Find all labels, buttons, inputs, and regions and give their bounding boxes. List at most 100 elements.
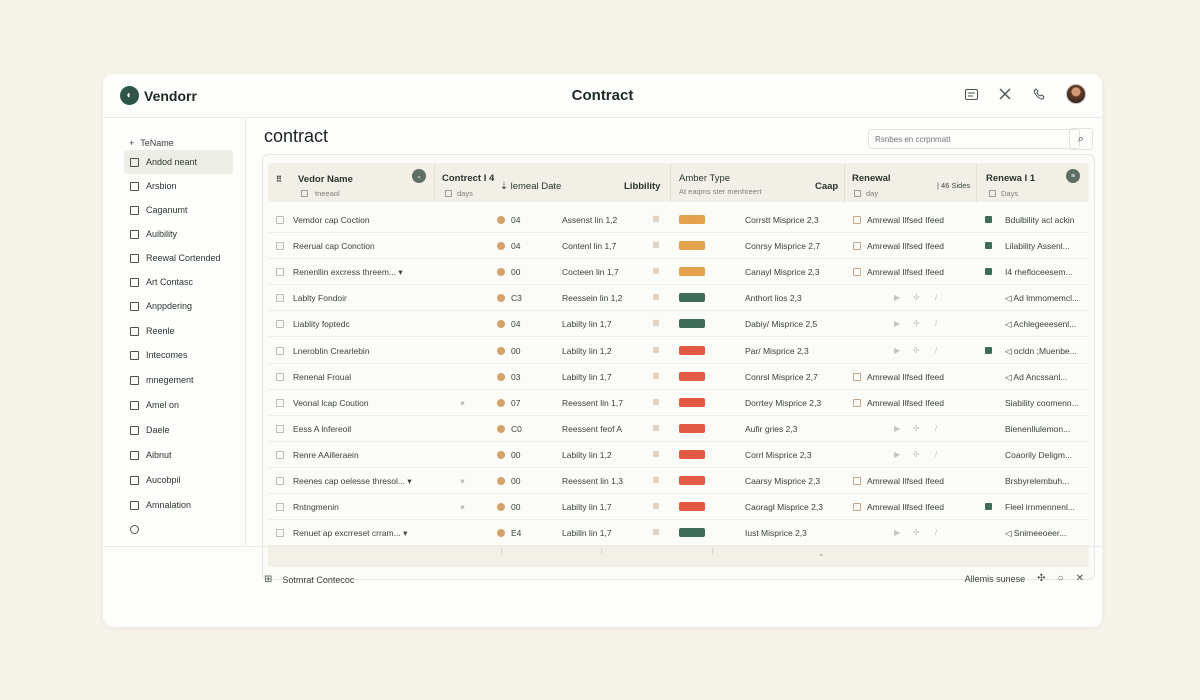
plus-icon[interactable]: + xyxy=(129,138,134,148)
edit-icon[interactable]: / xyxy=(935,528,937,537)
play-icon[interactable]: ▶ xyxy=(894,450,900,459)
window-icon[interactable] xyxy=(964,87,978,101)
tools-icon[interactable] xyxy=(998,87,1012,101)
gear-icon[interactable]: ✣ xyxy=(913,528,920,537)
sidebar-item[interactable]: Amnalation xyxy=(124,493,233,517)
sidebar-item[interactable]: Anppdering xyxy=(124,294,233,318)
edit-icon[interactable]: / xyxy=(935,293,937,302)
row-checkbox[interactable] xyxy=(276,346,284,355)
phone-icon[interactable] xyxy=(1032,87,1046,101)
col-renewal[interactable]: Renewal xyxy=(852,173,891,184)
search-input[interactable] xyxy=(868,129,1080,149)
vendor-name[interactable]: Lablty Fondoir xyxy=(293,293,347,303)
col-renewal2[interactable]: Renewa I 1 xyxy=(986,173,1035,184)
play-icon[interactable]: ▶ xyxy=(894,346,900,355)
plus-icon[interactable]: ✣ xyxy=(1037,573,1045,584)
vendor-name[interactable]: Eess A lnfereoil xyxy=(293,424,351,434)
col-vendor[interactable]: Vedor Name xyxy=(298,174,353,185)
row-checkbox[interactable] xyxy=(276,424,284,433)
table-row[interactable]: Veonal lcap Coution × 07 Reessent lin 1,7 ⦀⦀… xyxy=(268,390,1089,416)
vendor-name[interactable]: Lneroblin Crearlebin xyxy=(293,346,370,356)
sidebar-item[interactable]: Art Contasc xyxy=(124,270,233,294)
play-icon[interactable]: ▶ xyxy=(894,319,900,328)
vendor-name[interactable]: Liablity foptedc xyxy=(293,319,350,329)
sidebar-item[interactable]: Andod neant xyxy=(124,150,233,174)
play-icon[interactable]: ▶ xyxy=(894,424,900,433)
table-row[interactable]: Renenllin excress threem... ▾ 00 Cocteen l… xyxy=(268,259,1089,286)
search-icon[interactable]: ⌕ xyxy=(1069,128,1093,150)
table-row[interactable]: Renenal Froual 03 Labilty lin 1,7 ⦀⦀ Conrsl … xyxy=(268,364,1089,390)
vendor-name[interactable]: Renenllin excress threem... ▾ xyxy=(293,267,403,278)
row-checkbox[interactable] xyxy=(276,320,284,329)
vendor-name[interactable]: Reenes cap oelesse thresol... ▾ xyxy=(293,476,412,487)
vendor-name[interactable]: Veonal lcap Coution xyxy=(293,398,369,408)
table-row[interactable]: Vemdor cap Coction 04 Assenst lin 1,2 ⦀⦀ Cor… xyxy=(268,207,1089,233)
row-checkbox[interactable] xyxy=(276,242,284,251)
col-cap[interactable]: Caap xyxy=(815,181,838,192)
expand-icon[interactable]: ≡ xyxy=(1066,169,1080,183)
table-row[interactable]: Lablty Fondoir C3 Reessein lin 1,2 ⦀⦀ Anthor… xyxy=(268,285,1089,312)
col-renewal-date[interactable]: ⇣ lemeal Date xyxy=(500,181,561,192)
sidebar-item[interactable]: mnegement xyxy=(124,368,233,392)
table-row[interactable]: Renuet ap excrreset crram... ▾ E4 Labilln … xyxy=(268,520,1089,547)
row-checkbox[interactable] xyxy=(276,294,284,303)
sidebar-item[interactable]: Reenle xyxy=(124,319,233,343)
sidebar-item[interactable]: Auibility xyxy=(124,222,233,246)
row-checkbox[interactable] xyxy=(276,529,284,538)
grid-icon[interactable]: ⠿ xyxy=(276,175,282,184)
user-avatar[interactable] xyxy=(1066,84,1086,104)
sidebar-item[interactable]: Aucobpil xyxy=(124,468,233,492)
sidebar-item[interactable]: Daele xyxy=(124,418,233,442)
footer-left[interactable]: ⊞ Sotmrat Contecoc xyxy=(264,574,354,585)
col-liability[interactable]: Libbility xyxy=(624,181,660,192)
table-row[interactable]: Eess A lnfereoil C0 Reessent feof A ⦀⦀ Aufir… xyxy=(268,416,1089,442)
sidebar-item[interactable]: Amel on xyxy=(124,393,233,417)
sidebar-item[interactable]: Reewal Cortended xyxy=(124,246,233,270)
vendor-name[interactable]: Vemdor cap Coction xyxy=(293,215,370,225)
vendor-name[interactable]: Rntngmenin xyxy=(293,502,339,512)
sidebar-item[interactable]: Aibnut xyxy=(124,443,233,467)
row-checkbox[interactable] xyxy=(276,503,284,512)
edit-icon[interactable]: / xyxy=(935,346,937,355)
table-row[interactable]: Lneroblin Crearlebin 00 Labilty lin 1,2 ⦀⦀ P… xyxy=(268,338,1089,364)
chevron-down-icon[interactable]: ⌄ xyxy=(412,169,426,183)
row-checkbox[interactable] xyxy=(276,216,284,224)
vendor-name[interactable]: Renre AAilleraein xyxy=(293,450,359,460)
close-icon[interactable]: ✕ xyxy=(1076,573,1084,584)
edit-icon[interactable]: / xyxy=(935,450,937,459)
gear-icon[interactable]: ✣ xyxy=(913,319,920,328)
row-x[interactable]: × xyxy=(460,398,465,408)
sidebar-item[interactable] xyxy=(124,517,233,541)
vendor-name[interactable]: Renuet ap excrreset crram... ▾ xyxy=(293,528,407,539)
play-icon[interactable]: ▶ xyxy=(894,293,900,302)
sidebar-item[interactable]: Intecomes xyxy=(124,343,233,367)
sidebar-item[interactable]: Arsbion xyxy=(124,174,233,198)
row-checkbox[interactable] xyxy=(276,477,284,485)
table-row[interactable]: Reerual cap Conction 04 Contenl lin 1,7 ⦀⦀ C… xyxy=(268,233,1089,260)
edit-icon[interactable]: / xyxy=(935,319,937,328)
gear-icon[interactable]: ✣ xyxy=(913,293,920,302)
row-checkbox[interactable] xyxy=(276,268,284,277)
sidebar-item[interactable]: Caganumt xyxy=(124,198,233,222)
row-x[interactable]: × xyxy=(460,476,465,486)
circle-icon[interactable]: ○ xyxy=(1058,573,1064,584)
row-checkbox[interactable] xyxy=(276,372,284,381)
edit-icon[interactable]: / xyxy=(935,424,937,433)
table-row[interactable]: Reenes cap oelesse thresol... ▾ × 00 Reesse… xyxy=(268,468,1089,494)
footer-right-label[interactable]: Allemis sunese xyxy=(965,574,1026,584)
vendor-name[interactable]: Renenal Froual xyxy=(293,372,351,382)
play-icon[interactable]: ▶ xyxy=(894,528,900,537)
table-row[interactable]: Rntngmenin × 00 Labilty lin 1,7 ⦀⦀ Caoragl Mi… xyxy=(268,494,1089,521)
col-contract[interactable]: Contrect I 4 xyxy=(442,173,494,184)
table-row[interactable]: Liablity foptedc 04 Labilty lin 1,7 ⦀⦀ Dabiy… xyxy=(268,311,1089,338)
gear-icon[interactable]: ✣ xyxy=(913,424,920,433)
row-checkbox[interactable] xyxy=(276,450,284,459)
col-amber[interactable]: Amber Type xyxy=(679,173,730,184)
row-x[interactable]: × xyxy=(460,502,465,512)
table-row[interactable]: Renre AAilleraein 00 Labilty lin 1,2 ⦀⦀ Corr… xyxy=(268,442,1089,468)
col-sides[interactable]: | 46 Sides xyxy=(937,181,970,190)
vendor-name[interactable]: Reerual cap Conction xyxy=(293,241,375,251)
row-checkbox[interactable] xyxy=(276,398,284,407)
gear-icon[interactable]: ✣ xyxy=(913,346,920,355)
gear-icon[interactable]: ✣ xyxy=(913,450,920,459)
